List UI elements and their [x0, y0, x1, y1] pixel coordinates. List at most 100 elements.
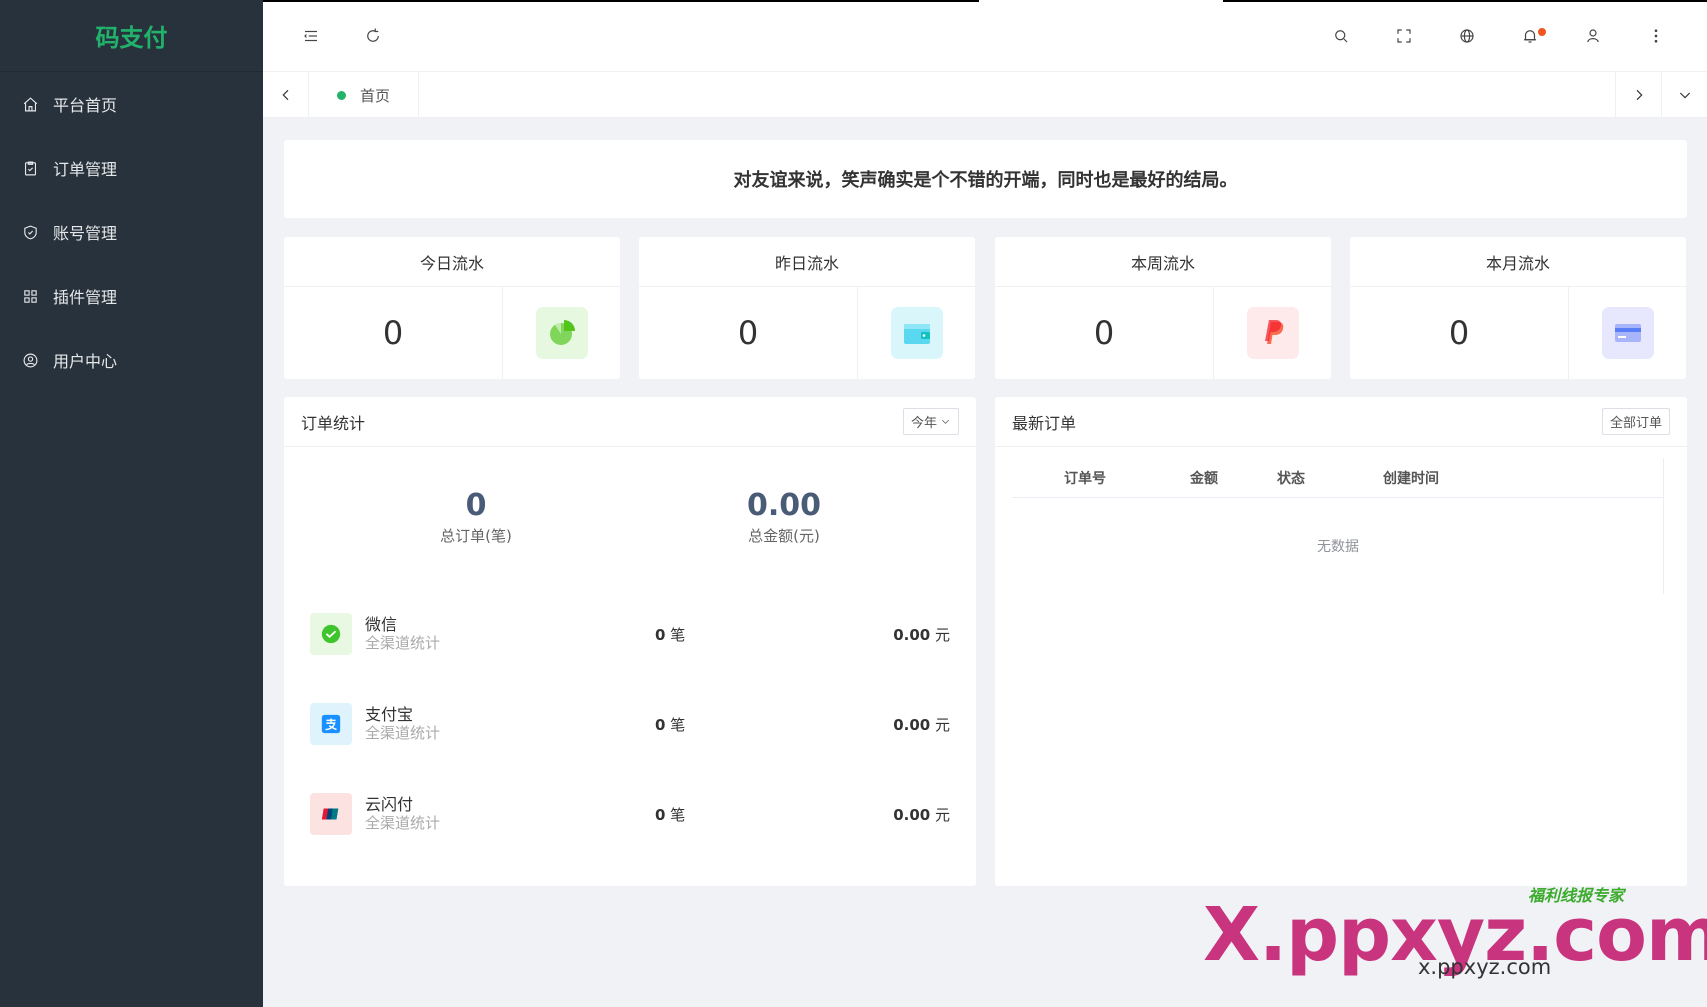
pie-chart-icon: [535, 307, 588, 359]
stat-value: 0: [995, 287, 1214, 379]
user-icon: [1587, 29, 1599, 43]
channel-amount: 0.00 元: [893, 715, 950, 734]
sidebar-item-label: 账号管理: [53, 224, 118, 243]
header-top-border: [263, 0, 1707, 2]
refresh-button[interactable]: [361, 24, 385, 48]
total-orders-label: 总订单(笔): [440, 527, 512, 545]
sidebar-item-accounts[interactable]: 账号管理: [0, 200, 263, 264]
refresh-icon: [367, 28, 379, 42]
tab-scroll-right-button[interactable]: [1615, 72, 1661, 118]
wallet-icon: [890, 307, 943, 359]
stat-title: 本月流水: [1350, 237, 1686, 287]
column-header[interactable]: 创建时间: [1383, 468, 1439, 488]
channel-name: 支付宝: [365, 705, 414, 724]
paypal-icon: [1246, 307, 1299, 359]
wechat-icon: [310, 613, 352, 655]
latest-orders-panel: 最新订单 全部订单 订单号 金额 状态 创建时间 无数据: [995, 397, 1687, 886]
watermark-url: x.ppxyz.com: [1418, 955, 1552, 979]
stat-title: 今日流水: [284, 237, 620, 287]
stat-card-yesterday: 昨日流水 0: [639, 237, 975, 379]
alipay-icon: [310, 703, 352, 745]
grid-icon: [24, 289, 37, 303]
stat-card-month: 本月流水 0: [1350, 237, 1686, 379]
tab-bar: 首页: [263, 72, 1707, 118]
column-header[interactable]: 订单号: [1064, 468, 1106, 488]
user-circle-icon: [23, 353, 38, 367]
empty-state: 无数据: [1317, 539, 1359, 555]
channel-row-unionpay: 云闪付 全渠道统计 0 笔 0.00 元: [310, 792, 950, 836]
globe-icon: [1460, 29, 1474, 43]
channel-amount: 0.00 元: [893, 805, 950, 824]
period-select-value: 今年: [910, 416, 937, 431]
collapse-menu-button[interactable]: [299, 24, 323, 48]
all-orders-label: 全部订单: [1609, 416, 1662, 431]
channel-count: 0 笔: [655, 715, 686, 734]
sidebar-item-user-center[interactable]: 用户中心: [0, 328, 263, 392]
notification-badge: [1538, 28, 1546, 36]
channel-subtitle: 全渠道统计: [365, 634, 441, 652]
app-logo[interactable]: 码支付: [0, 0, 263, 72]
tab-menu-dropdown-button[interactable]: [1661, 72, 1707, 118]
sidebar-item-label: 平台首页: [53, 96, 118, 115]
stat-value: 0: [1350, 287, 1569, 379]
notification-button[interactable]: [1518, 24, 1546, 48]
shield-icon: [24, 225, 37, 239]
channel-subtitle: 全渠道统计: [365, 814, 441, 832]
menu-fold-icon: [304, 30, 317, 42]
all-orders-button[interactable]: 全部订单: [1601, 408, 1670, 435]
channel-amount: 0.00 元: [893, 625, 950, 644]
channel-name: 微信: [365, 615, 398, 634]
sidebar-menu: 平台首页 订单管理 账号管理 插件管理 用户中心: [0, 72, 263, 392]
stat-title: 昨日流水: [639, 237, 975, 287]
total-amount-value: 0.00: [746, 488, 822, 523]
more-vertical-icon: [1654, 29, 1658, 43]
unionpay-icon: [310, 793, 352, 835]
column-header[interactable]: 金额: [1190, 468, 1218, 488]
total-orders-value: 0: [465, 488, 487, 523]
bell-icon: [1524, 30, 1536, 43]
panel-title: 最新订单: [1012, 413, 1077, 433]
top-header: [263, 0, 1707, 72]
channel-row-alipay: 支付宝 全渠道统计 0 笔 0.00 元: [310, 702, 950, 746]
sidebar-item-orders[interactable]: 订单管理: [0, 136, 263, 200]
channel-row-wechat: 微信 全渠道统计 0 笔 0.00 元: [310, 612, 950, 656]
card-icon: [1601, 307, 1654, 359]
language-button[interactable]: [1455, 24, 1479, 48]
stat-card-today: 今日流水 0: [284, 237, 620, 379]
active-tab-dot: [337, 90, 346, 100]
search-icon: [1335, 30, 1348, 43]
sidebar-item-label: 订单管理: [53, 160, 118, 179]
tab-label: 首页: [360, 86, 391, 105]
order-stats-panel: 订单统计 今年 0 总订单(笔) 0.00 总金额(元) 微信 全渠道统计 0 …: [284, 397, 976, 886]
clipboard-icon: [24, 161, 37, 175]
fullscreen-button[interactable]: [1392, 24, 1416, 48]
panel-title: 订单统计: [301, 413, 366, 433]
sidebar-item-plugins[interactable]: 插件管理: [0, 264, 263, 328]
chevron-right-icon: [1636, 89, 1643, 101]
stat-card-week: 本周流水 0: [995, 237, 1331, 379]
channel-subtitle: 全渠道统计: [365, 724, 441, 742]
column-header[interactable]: 状态: [1277, 468, 1305, 488]
sidebar-item-home[interactable]: 平台首页: [0, 72, 263, 136]
chevron-down-icon: [1679, 92, 1690, 99]
more-button[interactable]: [1644, 24, 1668, 48]
total-amount-label: 总金额(元): [748, 527, 820, 545]
table-header: 订单号 金额 状态 创建时间: [1012, 458, 1664, 498]
motto-card: 对友谊来说，笑声确实是个不错的开端，同时也是最好的结局。: [284, 140, 1687, 218]
chevron-down-icon: [942, 419, 949, 424]
channel-name: 云闪付: [365, 795, 414, 814]
user-menu-button[interactable]: [1581, 24, 1605, 48]
period-select[interactable]: 今年: [902, 408, 959, 435]
channel-count: 0 笔: [655, 805, 686, 824]
stat-value: 0: [639, 287, 858, 379]
sidebar-item-label: 插件管理: [53, 288, 118, 307]
tab-home[interactable]: 首页: [309, 72, 420, 118]
chevron-left-icon: [281, 89, 288, 101]
stat-title: 本周流水: [995, 237, 1331, 287]
home-icon: [23, 96, 38, 111]
tab-scroll-left-button[interactable]: [263, 72, 309, 118]
motto-text: 对友谊来说，笑声确实是个不错的开端，同时也是最好的结局。: [733, 170, 1238, 191]
channel-count: 0 笔: [655, 625, 686, 644]
stat-value: 0: [284, 287, 503, 379]
search-button[interactable]: [1329, 24, 1353, 48]
